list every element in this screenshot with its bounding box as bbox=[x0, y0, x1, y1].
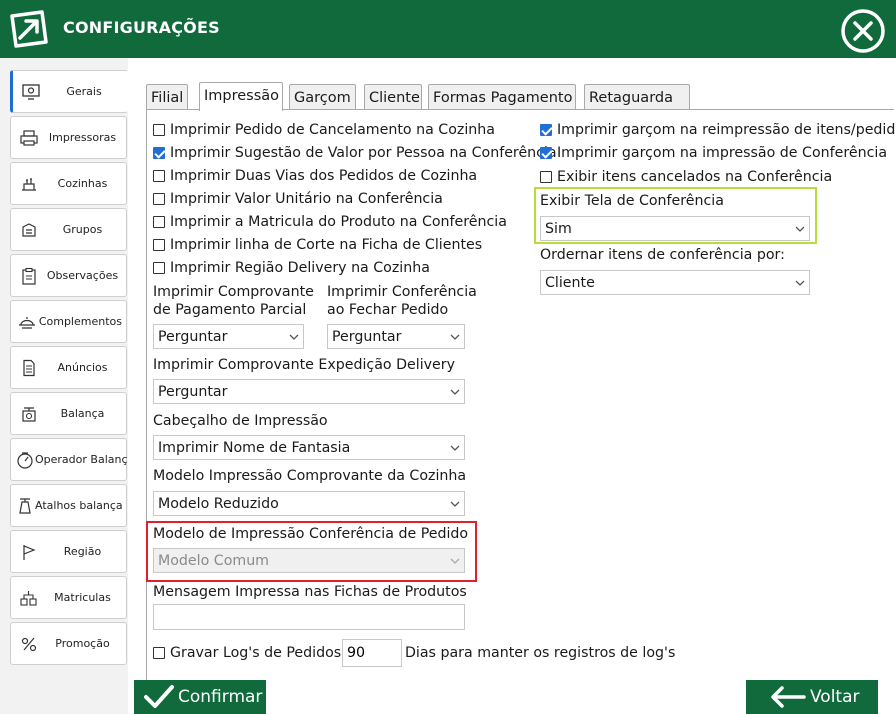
conf-fechar-label-2: ao Fechar Pedido bbox=[327, 302, 449, 318]
comp-parcial-select[interactable]: Perguntar bbox=[153, 324, 304, 349]
chevron-down-icon bbox=[450, 558, 460, 564]
modelo-cozinha-label: Modelo Impressão Comprovante da Cozinha bbox=[153, 468, 467, 484]
sidebar-item-observacoes[interactable]: Observações bbox=[10, 254, 127, 297]
document-icon bbox=[15, 358, 43, 378]
chevron-down-icon bbox=[795, 226, 805, 232]
check-row-itens-cancelados[interactable]: Exibir itens cancelados na Conferência bbox=[540, 169, 832, 185]
arrow-left-icon bbox=[771, 686, 806, 708]
scale-shortcut-icon bbox=[15, 496, 35, 516]
modelo-conf-select[interactable]: Modelo Comum bbox=[153, 548, 465, 573]
chevron-down-icon bbox=[450, 501, 460, 507]
gear-monitor-icon bbox=[17, 82, 45, 102]
log-days-input[interactable] bbox=[342, 639, 402, 667]
tab-garcom[interactable]: Garçom bbox=[289, 84, 356, 110]
checkbox-linha-corte[interactable] bbox=[153, 239, 165, 251]
check-row-sugestao[interactable]: Imprimir Sugestão de Valor por Pessoa na… bbox=[153, 145, 557, 161]
chevron-down-icon bbox=[450, 334, 460, 340]
checkbox-garcom-reimpressao[interactable] bbox=[540, 124, 552, 136]
expedicao-label: Imprimir Comprovante Expedição Delivery bbox=[153, 357, 456, 373]
chevron-down-icon bbox=[795, 280, 805, 286]
check-row-garcom-conferencia[interactable]: Imprimir garçom na impressão de Conferên… bbox=[540, 145, 887, 161]
flag-icon bbox=[15, 542, 43, 562]
checkbox-valor-unitario[interactable] bbox=[153, 193, 165, 205]
tab-impressao[interactable]: Impressão bbox=[199, 82, 283, 111]
check-row-gravar-log[interactable]: Gravar Log's de Pedidos bbox=[153, 645, 341, 661]
exibir-tela-select[interactable]: Sim bbox=[540, 216, 810, 241]
exibir-tela-label: Exibir Tela de Conferência bbox=[540, 193, 724, 209]
check-row-garcom-reimpressao[interactable]: Imprimir garçom na reimpressão de itens/… bbox=[540, 122, 896, 138]
scale-icon bbox=[15, 404, 43, 424]
modelo-conf-label: Modelo de Impressão Conferência de Pedid… bbox=[153, 526, 469, 542]
mensagem-input[interactable] bbox=[153, 604, 465, 630]
tab-retaguarda[interactable]: Retaguarda bbox=[584, 84, 690, 110]
sidebar: Gerais Impressoras Cozinhas Grupos Obser… bbox=[0, 58, 134, 714]
checkbox-matricula[interactable] bbox=[153, 216, 165, 228]
comp-parcial-label-2: de Pagamento Parcial bbox=[153, 302, 307, 318]
tab-cliente[interactable]: Cliente bbox=[364, 84, 422, 110]
comp-parcial-label-1: Imprimir Comprovante bbox=[153, 284, 314, 300]
checkbox-sugestao[interactable] bbox=[153, 147, 165, 159]
chevron-down-icon bbox=[289, 334, 299, 340]
app-logo-icon bbox=[10, 10, 48, 48]
checkbox-regiao-delivery[interactable] bbox=[153, 262, 165, 274]
tab-filial[interactable]: Filial bbox=[146, 84, 188, 110]
groups-icon bbox=[15, 220, 43, 240]
sidebar-item-balanca[interactable]: Balança bbox=[10, 392, 127, 435]
dish-icon bbox=[15, 312, 39, 332]
conf-fechar-label-1: Imprimir Conferência bbox=[327, 284, 477, 300]
ordenar-select[interactable]: Cliente bbox=[540, 270, 810, 295]
kitchen-icon bbox=[15, 174, 43, 194]
sidebar-item-grupos[interactable]: Grupos bbox=[10, 208, 127, 251]
cabecalho-select[interactable]: Imprimir Nome de Fantasia bbox=[153, 435, 465, 460]
sidebar-item-cozinhas[interactable]: Cozinhas bbox=[10, 162, 127, 205]
check-row-valor-unitario[interactable]: Imprimir Valor Unitário na Conferência bbox=[153, 191, 443, 207]
sidebar-item-complementos[interactable]: Complementos bbox=[10, 300, 127, 343]
checkbox-cancelamento[interactable] bbox=[153, 124, 165, 136]
mensagem-label: Mensagem Impressa nas Fichas de Produtos bbox=[153, 584, 467, 600]
check-icon bbox=[144, 685, 174, 708]
expedicao-select[interactable]: Perguntar bbox=[153, 379, 465, 404]
ordenar-label: Ordernar itens de conferência por: bbox=[540, 247, 785, 263]
printer-icon bbox=[15, 128, 43, 148]
cabecalho-label: Cabeçalho de Impressão bbox=[153, 413, 328, 429]
checkbox-itens-cancelados[interactable] bbox=[540, 171, 552, 183]
sidebar-item-gerais[interactable]: Gerais bbox=[10, 70, 128, 113]
check-row-linha-corte[interactable]: Imprimir linha de Corte na Ficha de Clie… bbox=[153, 237, 482, 253]
checkbox-gravar-log[interactable] bbox=[153, 647, 165, 659]
checkbox-duas-vias[interactable] bbox=[153, 170, 165, 182]
clipboard-icon bbox=[15, 266, 43, 286]
check-row-cancelamento[interactable]: Imprimir Pedido de Cancelamento na Cozin… bbox=[153, 122, 495, 138]
window-title: CONFIGURAÇÕES bbox=[63, 18, 220, 37]
sidebar-item-matriculas[interactable]: Matriculas bbox=[10, 576, 127, 619]
promotion-icon bbox=[15, 634, 43, 654]
sidebar-item-regiao[interactable]: Região bbox=[10, 530, 127, 573]
log-days-label: Dias para manter os registros de log's bbox=[405, 645, 676, 661]
check-row-regiao-delivery[interactable]: Imprimir Região Delivery na Cozinha bbox=[153, 260, 430, 276]
sidebar-item-impressoras[interactable]: Impressoras bbox=[10, 116, 127, 159]
modelo-cozinha-select[interactable]: Modelo Reduzido bbox=[153, 491, 465, 516]
sidebar-item-promocao[interactable]: Promoção bbox=[10, 622, 127, 665]
title-bar: CONFIGURAÇÕES bbox=[0, 0, 896, 58]
close-icon[interactable] bbox=[837, 7, 889, 55]
check-row-duas-vias[interactable]: Imprimir Duas Vias dos Pedidos de Cozinh… bbox=[153, 168, 477, 184]
sidebar-item-operador-balanca[interactable]: Operador Balança bbox=[10, 438, 134, 481]
back-button[interactable]: Voltar bbox=[746, 680, 878, 714]
chevron-down-icon bbox=[450, 445, 460, 451]
sidebar-item-anuncios[interactable]: Anúncios bbox=[10, 346, 127, 389]
confirm-button[interactable]: Confirmar bbox=[134, 680, 266, 714]
sidebar-item-atalhos-balanca[interactable]: Atalhos balança bbox=[10, 484, 127, 527]
checkbox-garcom-conferencia[interactable] bbox=[540, 147, 552, 159]
check-row-matricula[interactable]: Imprimir a Matricula do Produto na Confe… bbox=[153, 214, 507, 230]
tab-formas-pagamento[interactable]: Formas Pagamento bbox=[428, 84, 576, 110]
registration-icon bbox=[15, 588, 43, 608]
chevron-down-icon bbox=[450, 389, 460, 395]
operator-scale-icon bbox=[15, 450, 35, 470]
conf-fechar-select[interactable]: Perguntar bbox=[327, 324, 465, 349]
